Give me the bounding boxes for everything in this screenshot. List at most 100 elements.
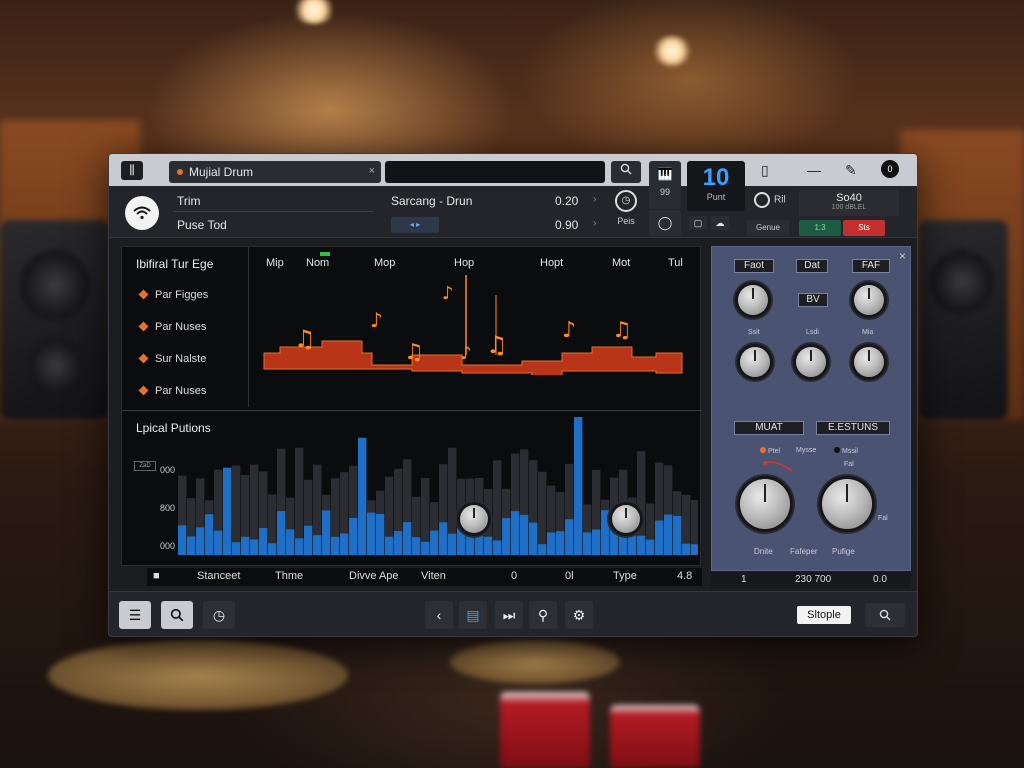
simple-mode-button[interactable]: Sltople [797,606,851,624]
search-button-right[interactable] [865,603,905,627]
y-axis-label: 800 [160,503,176,513]
spectrum-bar [673,515,682,555]
footer-value: 0.0 [873,574,887,585]
knob[interactable] [854,347,884,377]
history-button[interactable]: ◷ [203,601,235,629]
spectrum-bars[interactable] [178,417,698,557]
transport-label: Divve Ape [349,570,399,582]
spectrum-bar [322,510,331,555]
top-toolbar: ⫼ Mujial Drum × ▯ — ✎ 0 [109,154,917,186]
list-item[interactable]: Par Nuses [138,385,206,397]
note-glyph: ♪ [562,318,576,343]
knob-faf[interactable] [854,285,884,315]
spectrum-bar [250,539,259,555]
nudge-arrows[interactable]: ◂ ▸ [391,217,439,233]
spectrum-bar [484,536,493,555]
column-header: Mop [374,257,396,269]
diamond-icon [138,353,149,364]
tab-project[interactable]: Mujial Drum × [169,161,381,183]
phone-icon[interactable]: ▯ [761,162,769,179]
chat-button[interactable]: ◯ [649,210,681,236]
center-badge: BV [798,293,828,307]
folder-button[interactable]: ▤ [459,601,487,629]
pointer-curve [763,461,793,472]
note-glyph: ♪ [370,308,383,332]
counter-label: Punt [706,192,726,202]
key-button[interactable]: ⚲ [529,601,557,629]
knob-faot[interactable] [738,285,768,315]
spectrum-bar [439,522,448,555]
knob-large-effect[interactable] [822,479,872,529]
search-button[interactable] [611,161,641,183]
list-item[interactable]: Par Nuses [138,321,206,333]
mixer-panel: × Faot Dat FAF BV Ssit Lsdi Mia MUAT E.E… [711,246,911,571]
record-icon[interactable]: 0 [881,160,899,178]
track-row[interactable]: Puse Tod ◂ ▸ 0.90 › [173,214,605,236]
stop-icon[interactable]: ■ [153,570,160,582]
skip-button[interactable]: ⏭ [495,601,523,629]
list-icon: ☰ [128,607,142,623]
spectrum-bar [502,518,511,555]
note-glyph: ♫ [612,318,632,343]
close-tab-icon[interactable]: × [369,165,375,177]
tab-label: Mujial Drum [189,165,254,179]
back-button[interactable]: ‹ [425,601,453,629]
radio-option[interactable]: Mssil [834,447,858,455]
radio-option[interactable]: Ptel [760,447,780,455]
key-icon: ⚲ [537,607,549,623]
background-speaker-right [918,220,1008,420]
list-item[interactable]: Par Figges [138,289,208,301]
transport-mini: ▢ ☁ [687,212,745,234]
spectrum-bar [493,540,502,555]
playhead-indicator [320,252,330,256]
spectrum-bar [268,543,277,555]
ratio-button[interactable]: 1:3 [799,220,841,236]
list-item[interactable]: Sur Nalste [138,353,206,365]
drum-app-window: ⫼ Mujial Drum × ▯ — ✎ 0 Trim Sarcang - D… [108,153,918,637]
stop-button[interactable]: Sts [843,220,885,236]
spectrum-bar [412,537,421,555]
power-label: Ril [774,194,786,206]
track-source: Sarcang - Drun [391,194,473,208]
piano-button[interactable]: 🎹 99 [649,161,681,209]
search-input[interactable] [385,161,605,183]
diamond-icon [138,321,149,332]
spectrum-bar [223,467,232,555]
chevron-icon[interactable]: › [593,194,596,205]
list-button[interactable]: ☰ [119,601,151,629]
search-button[interactable] [161,601,193,629]
note-glyph: ♫ [486,331,508,359]
power-control[interactable]: Ril [754,192,786,208]
transport-info-row: ■ Stanceet Thme Divve Ape Viten 0 0l Typ… [147,568,702,586]
track-value[interactable]: 0.90 [555,218,578,232]
clock-button[interactable]: ◷ Peis [611,190,641,236]
track-row[interactable]: Trim Sarcang - Drun 0.20 › [173,190,605,212]
spectrum-bar [286,529,295,555]
cloud-icon[interactable]: ☁ [711,216,729,230]
spectrum-knob[interactable] [460,505,488,533]
track-value[interactable]: 0.20 [555,194,578,208]
transport-label: 0l [565,570,574,582]
chevron-icon[interactable]: › [593,218,596,229]
pen-icon[interactable]: ✎ [845,162,857,179]
radio-option[interactable]: Mysse [796,447,816,454]
menu-icon[interactable]: ⫼ [121,161,143,180]
piano-icon: 🎹 [657,167,673,181]
search-icon [879,609,891,621]
genre-button[interactable]: Genue [747,220,789,236]
spectrum-bar [187,536,196,555]
close-icon[interactable]: × [899,249,906,263]
stop-icon[interactable]: ▢ [689,216,707,230]
knob[interactable] [796,347,826,377]
settings-button[interactable]: ⚙ [565,601,593,629]
minus-icon[interactable]: — [807,162,821,178]
knob-large-drive[interactable] [740,479,790,529]
note-roll[interactable]: ♫ ♪ ♫ ♪ ♪ ♫ ♪ ♫ [262,275,692,375]
wifi-icon[interactable] [125,196,159,230]
scale-badge[interactable]: ZaD [134,461,156,471]
spectrum-bar [574,417,583,555]
knob[interactable] [740,347,770,377]
spectrum-bar [277,511,286,555]
diamond-icon [138,385,149,396]
spectrum-knob[interactable] [612,505,640,533]
